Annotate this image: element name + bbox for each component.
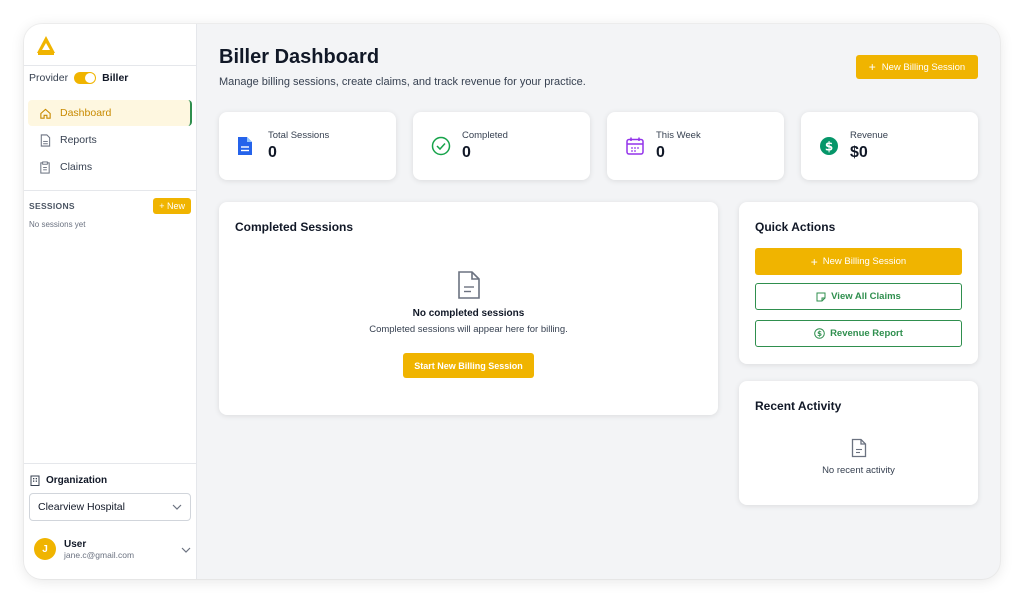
new-session-button[interactable]: + New bbox=[153, 198, 191, 214]
role-biller-label: Biller bbox=[102, 72, 129, 84]
main-content: Biller Dashboard Manage billing sessions… bbox=[197, 24, 1000, 579]
panel-title: Recent Activity bbox=[755, 399, 842, 413]
logo-icon[interactable] bbox=[35, 34, 57, 61]
svg-text:$: $ bbox=[825, 140, 833, 154]
logo-bar bbox=[24, 24, 196, 66]
chevron-down-icon bbox=[181, 540, 191, 558]
page-subtitle: Manage billing sessions, create claims, … bbox=[219, 76, 586, 88]
dollar-icon: $ bbox=[819, 136, 839, 161]
sessions-empty-text: No sessions yet bbox=[29, 220, 86, 229]
avatar: J bbox=[34, 538, 56, 560]
panel-title: Quick Actions bbox=[755, 220, 836, 234]
user-menu[interactable]: J User jane.c@gmail.com bbox=[34, 538, 191, 560]
sidebar-item-label: Reports bbox=[60, 134, 97, 146]
calendar-icon bbox=[625, 136, 645, 161]
app-window: Provider Biller Dashboard Reports Claims… bbox=[24, 24, 1000, 579]
svg-text:$: $ bbox=[817, 330, 822, 338]
sidebar: Provider Biller Dashboard Reports Claims… bbox=[24, 24, 197, 579]
stat-value: 0 bbox=[656, 144, 665, 161]
stat-value: $0 bbox=[850, 144, 868, 161]
toggle-knob bbox=[85, 73, 96, 83]
file-icon bbox=[237, 136, 253, 161]
note-icon bbox=[816, 292, 826, 302]
revenue-report-button[interactable]: $ Revenue Report bbox=[755, 320, 962, 347]
sidebar-item-label: Dashboard bbox=[60, 107, 112, 119]
sidebar-item-label: Claims bbox=[60, 161, 93, 173]
organization-value: Clearview Hospital bbox=[38, 501, 125, 513]
recent-activity-panel: Recent Activity No recent activity bbox=[739, 381, 978, 505]
view-all-claims-button[interactable]: View All Claims bbox=[755, 283, 962, 310]
chevron-down-icon bbox=[172, 501, 182, 513]
stat-label: Revenue bbox=[850, 130, 889, 141]
new-billing-session-button[interactable]: + New Billing Session bbox=[856, 55, 978, 79]
user-email: jane.c@gmail.com bbox=[64, 549, 135, 560]
file-icon bbox=[219, 270, 718, 305]
file-icon bbox=[739, 438, 978, 463]
organization-select[interactable]: Clearview Hospital bbox=[29, 493, 191, 521]
user-name: User bbox=[64, 538, 87, 550]
empty-state-subtitle: Completed sessions will appear here for … bbox=[369, 324, 568, 335]
stat-label: Completed bbox=[462, 130, 508, 141]
plus-icon: + bbox=[868, 60, 876, 74]
start-new-billing-session-button[interactable]: Start New Billing Session bbox=[403, 353, 534, 378]
button-label: New Billing Session bbox=[822, 256, 907, 267]
sessions-header: SESSIONS + New bbox=[29, 198, 191, 214]
dollar-icon: $ bbox=[814, 328, 825, 339]
qa-new-billing-session-button[interactable]: + New Billing Session bbox=[755, 248, 962, 275]
stat-value: 0 bbox=[462, 144, 471, 161]
completed-sessions-panel: Completed Sessions No completed sessions… bbox=[219, 202, 718, 415]
page-title: Biller Dashboard bbox=[219, 46, 380, 68]
sidebar-item-reports[interactable]: Reports bbox=[28, 127, 192, 153]
stat-card-revenue: $ Revenue $0 bbox=[801, 112, 978, 180]
stat-card-completed: Completed 0 bbox=[413, 112, 590, 180]
stat-label: This Week bbox=[656, 130, 701, 141]
stat-label: Total Sessions bbox=[268, 130, 330, 141]
sidebar-item-dashboard[interactable]: Dashboard bbox=[28, 100, 192, 126]
panel-title: Completed Sessions bbox=[235, 220, 354, 234]
role-toggle[interactable] bbox=[74, 72, 97, 84]
stat-value: 0 bbox=[268, 144, 277, 161]
building-icon bbox=[30, 475, 40, 486]
button-label: New Billing Session bbox=[881, 61, 966, 73]
button-label: View All Claims bbox=[831, 291, 901, 302]
check-circle-icon bbox=[431, 136, 451, 161]
organization-heading: Organization bbox=[30, 475, 107, 486]
recent-empty-text: No recent activity bbox=[822, 465, 895, 476]
divider bbox=[24, 463, 196, 464]
empty-state-title: No completed sessions bbox=[412, 308, 525, 319]
clipboard-icon bbox=[38, 160, 52, 174]
document-icon bbox=[38, 133, 52, 147]
role-provider-label: Provider bbox=[29, 72, 69, 84]
user-info: User jane.c@gmail.com bbox=[64, 539, 134, 560]
button-label: Revenue Report bbox=[830, 328, 903, 339]
quick-actions-panel: Quick Actions + New Billing Session View… bbox=[739, 202, 978, 364]
sessions-label: SESSIONS bbox=[29, 201, 75, 211]
divider bbox=[24, 190, 196, 191]
sidebar-item-claims[interactable]: Claims bbox=[28, 154, 192, 180]
home-icon bbox=[38, 106, 52, 120]
stat-card-total-sessions: Total Sessions 0 bbox=[219, 112, 396, 180]
sidebar-nav: Dashboard Reports Claims bbox=[28, 100, 192, 181]
organization-label: Organization bbox=[46, 475, 108, 486]
plus-icon: + bbox=[810, 254, 818, 269]
stat-card-this-week: This Week 0 bbox=[607, 112, 784, 180]
role-switch: Provider Biller bbox=[29, 72, 128, 84]
